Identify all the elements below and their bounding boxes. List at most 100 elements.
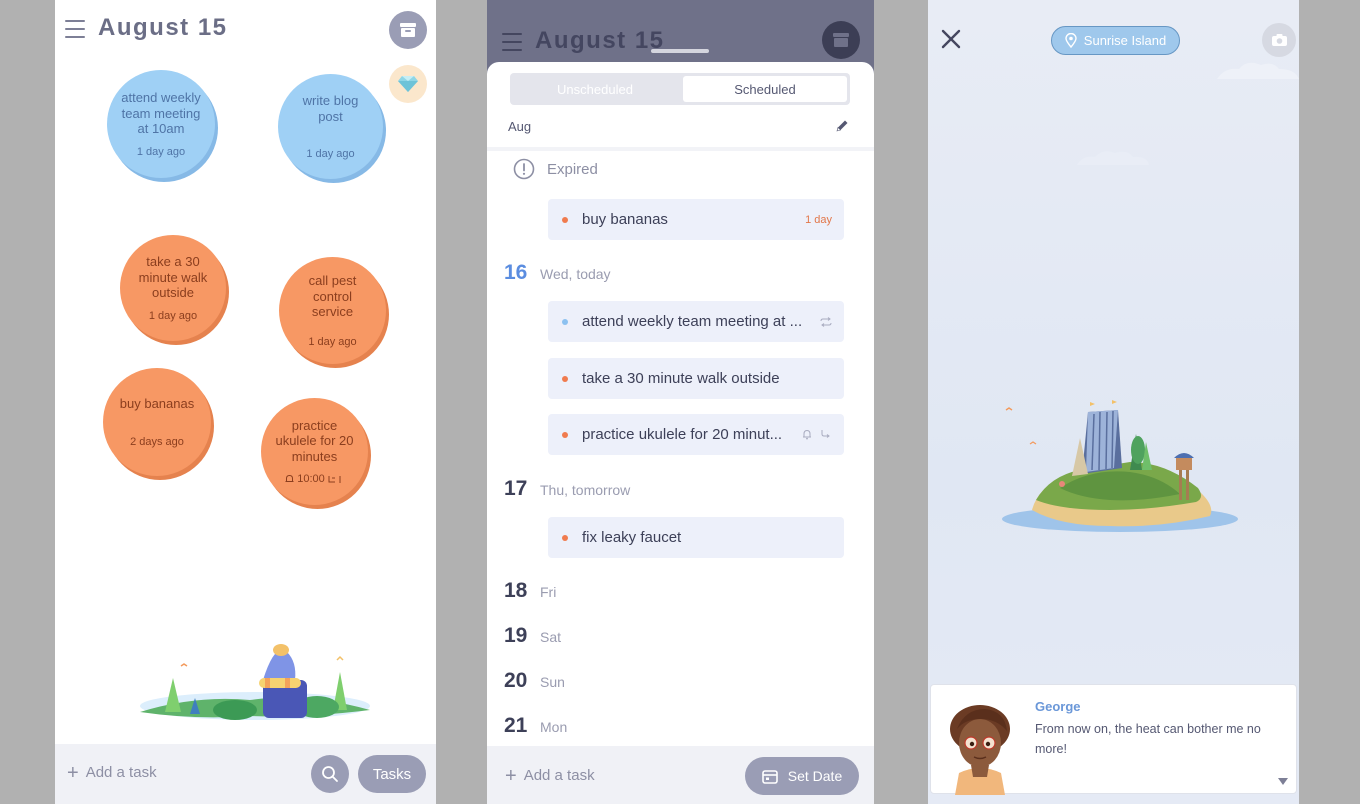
cloud-illustration — [1077, 151, 1149, 165]
day-name: Thu, tomorrow — [540, 482, 631, 498]
gem-button[interactable] — [389, 65, 427, 103]
task-bubble[interactable]: buy bananas 2 days ago — [103, 368, 211, 476]
repeat-icon — [820, 429, 832, 440]
tasks-button[interactable]: Tasks — [358, 755, 426, 793]
page-title: August 15 — [98, 14, 228, 41]
header-dimmed: August 15 — [487, 0, 874, 70]
task-bubble[interactable]: write blog post 1 day ago — [278, 74, 383, 179]
task-title: practice ukulele for 20 minut... — [582, 426, 783, 443]
task-age: 2 days ago — [130, 435, 184, 448]
task-age: 1 day ago — [306, 148, 355, 160]
task-title: take a 30 minute walk outside — [582, 370, 780, 387]
location-pin-icon — [1065, 33, 1077, 48]
set-date-button[interactable]: Set Date — [745, 757, 859, 795]
repeat-icon — [820, 316, 832, 327]
expired-section-header: Expired — [513, 158, 598, 180]
header: August 15 — [55, 0, 436, 60]
task-title: attend weekly team meeting at ... — [582, 313, 803, 330]
archive-button[interactable] — [389, 11, 427, 49]
task-title: call pest control service — [308, 273, 357, 320]
tab-unscheduled[interactable]: Unscheduled — [513, 76, 677, 102]
task-title: buy bananas — [582, 211, 668, 228]
location-badge[interactable]: Sunrise Island — [1051, 26, 1180, 55]
archive-icon — [400, 23, 416, 37]
character-avatar — [950, 705, 1010, 795]
alert-circle-icon — [513, 158, 535, 180]
footer-bar: + Add a task Tasks — [55, 744, 436, 804]
expired-label: Expired — [547, 160, 598, 178]
day-name: Mon — [540, 719, 568, 735]
day-name: Wed, today — [540, 266, 611, 282]
task-row[interactable]: fix leaky faucet — [548, 517, 844, 558]
day-header: 19 Sat — [504, 624, 561, 648]
repeat-icon — [328, 476, 341, 484]
day-header: 20 Sun — [504, 669, 565, 693]
schedule-sheet: Unscheduled Scheduled Aug Expired buy ba… — [487, 62, 874, 804]
menu-icon[interactable] — [65, 20, 85, 38]
day-number: 19 — [504, 624, 528, 647]
task-age: 1 day ago — [308, 335, 357, 348]
day-header: 18 Fri — [504, 579, 556, 603]
add-task-button[interactable]: + Add a task — [505, 766, 595, 786]
cloud-illustration — [1217, 62, 1299, 79]
pencil-icon[interactable] — [834, 118, 850, 134]
day-number: 16 — [504, 261, 528, 284]
camera-button[interactable] — [1262, 23, 1296, 57]
overdue-badge: 1 day — [805, 213, 832, 226]
task-bubble[interactable]: practice ukulele for 20 minutes 10:00 — [261, 398, 368, 505]
plus-icon: + — [67, 761, 79, 784]
task-row[interactable]: buy bananas 1 day — [548, 199, 844, 240]
add-task-label: Add a task — [85, 764, 157, 781]
add-task-label: Add a task — [523, 767, 595, 784]
speaker-name: George — [1035, 699, 1081, 714]
sheet-drag-handle[interactable] — [651, 49, 709, 53]
task-row[interactable]: practice ukulele for 20 minut... — [548, 414, 844, 455]
schedule-panel: August 15 Unscheduled Scheduled Aug Expi… — [487, 0, 874, 804]
day-number: 21 — [504, 714, 528, 737]
dialog-message: From now on, the heat can bother me no m… — [1035, 722, 1261, 756]
task-row[interactable]: take a 30 minute walk outside — [548, 358, 844, 399]
priority-dot — [562, 534, 568, 541]
month-label: Aug — [508, 119, 532, 134]
day-header: 21 Mon — [504, 714, 567, 738]
task-title: fix leaky faucet — [582, 529, 682, 546]
bell-icon — [802, 429, 812, 440]
search-button[interactable] — [311, 755, 349, 793]
divider — [487, 147, 874, 151]
archive-icon — [822, 21, 860, 59]
bell-icon — [285, 475, 294, 483]
diamond-icon — [398, 76, 418, 92]
footer-bar: + Add a task Set Date — [487, 746, 874, 804]
page-title: August 15 — [535, 27, 665, 54]
day-number: 18 — [504, 579, 528, 602]
close-icon[interactable] — [940, 28, 962, 50]
priority-dot — [562, 318, 568, 325]
priority-dot — [562, 431, 568, 438]
task-title: attend weekly team meeting at 10am — [121, 90, 201, 137]
task-bubble[interactable]: take a 30 minute walk outside 1 day ago — [120, 235, 226, 341]
day-number: 20 — [504, 669, 528, 692]
task-title: practice ukulele for 20 minutes — [275, 417, 354, 464]
task-bubble[interactable]: attend weekly team meeting at 10am 1 day… — [107, 70, 215, 178]
search-icon — [322, 766, 338, 782]
bubble-view-panel: August 15 attend weekly team meeting at … — [55, 0, 436, 804]
day-number: 17 — [504, 477, 528, 500]
dialog-box[interactable]: George From now on, the heat can bother … — [930, 684, 1297, 795]
day-header: 17 Thu, tomorrow — [504, 477, 630, 501]
camera-icon — [1271, 34, 1287, 46]
priority-dot — [562, 375, 568, 382]
task-title: buy bananas — [119, 396, 195, 412]
priority-dot — [562, 216, 568, 223]
menu-icon — [502, 33, 522, 51]
task-title: take a 30 minute walk outside — [138, 254, 208, 301]
calendar-icon — [761, 769, 778, 784]
task-row[interactable]: attend weekly team meeting at ... — [548, 301, 844, 342]
island-panel: Sunrise Island George From now on, the h… — [928, 0, 1299, 804]
task-bubble[interactable]: call pest control service 1 day ago — [279, 257, 386, 364]
task-age: 1 day ago — [148, 309, 198, 322]
add-task-button[interactable]: + Add a task — [67, 761, 157, 784]
chevron-down-icon[interactable] — [1278, 778, 1288, 785]
tab-scheduled[interactable]: Scheduled — [683, 76, 847, 102]
island-illustration — [1002, 400, 1238, 532]
day-name: Sat — [540, 629, 562, 645]
